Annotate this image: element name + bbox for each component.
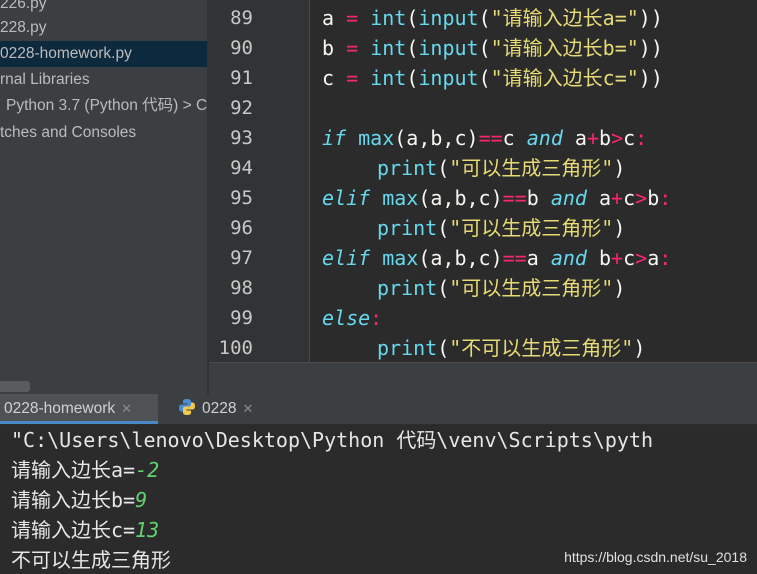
code-line-90: b = int(input("请输入边长b=")) (322, 36, 663, 60)
code-line-100: print("不可以生成三角形") (377, 336, 646, 360)
line-number: 89 (230, 7, 253, 29)
line-number: 93 (230, 127, 253, 149)
tree-item-python-sdk[interactable]: Python 3.7 (Python 代码) > C (6, 93, 207, 119)
console-input-a: -2 (135, 458, 160, 482)
line-number: 98 (230, 277, 253, 299)
code-line-98: print("可以生成三角形") (377, 276, 626, 300)
tree-item-external-libraries[interactable]: rnal Libraries (0, 67, 90, 93)
line-number: 95 (230, 187, 253, 209)
run-tab-0228[interactable]: 0228 ✕ (170, 394, 270, 424)
project-sidebar: 226.py 228.py 0228-homework.py rnal Libr… (0, 0, 209, 394)
console-command-line: "C:\Users\lenovo\Desktop\Python 代码\venv\… (11, 428, 654, 452)
close-icon[interactable]: ✕ (121, 401, 132, 416)
code-line-97: elif max(a,b,c)==a and b+c>a: (322, 246, 672, 270)
watermark: https://blog.csdn.net/su_2018 (564, 549, 747, 565)
line-number: 94 (230, 157, 253, 179)
tree-item-scratches-and-consoles[interactable]: tches and Consoles (0, 120, 136, 146)
console-prompt-b: 请输入边长b=9 (11, 488, 148, 512)
line-number: 100 (218, 337, 253, 359)
line-number: 90 (230, 37, 253, 59)
run-tab-0228-homework[interactable]: 0228-homework ✕ (0, 394, 158, 424)
code-editor[interactable]: 89 90 91 92 93 94 95 96 97 98 99 100 a =… (209, 0, 757, 394)
close-icon[interactable]: ✕ (242, 401, 253, 416)
gutter-divider (309, 0, 310, 364)
editor-breadcrumb-bar (209, 362, 757, 394)
console-input-b: 9 (135, 488, 148, 512)
python-icon (179, 399, 195, 415)
sidebar-horizontal-scrollbar[interactable] (0, 381, 30, 392)
console-input-c: 13 (135, 518, 160, 542)
line-number: 91 (230, 67, 253, 89)
tree-item-0228-homework-py[interactable]: 0228-homework.py (0, 41, 209, 67)
code-line-93: if max(a,b,c)==c and a+b>c: (322, 126, 648, 150)
run-tab-bar: 0228-homework ✕ 0228 ✕ (0, 394, 757, 425)
code-line-96: print("可以生成三角形") (377, 216, 626, 240)
console-prompt-c: 请输入边长c=13 (11, 518, 160, 542)
tree-item-228-py[interactable]: 228.py (0, 15, 47, 41)
code-line-94: print("可以生成三角形") (377, 156, 626, 180)
line-number: 99 (230, 307, 253, 329)
console-prompt-a: 请输入边长a=-2 (11, 458, 160, 482)
code-line-89: a = int(input("请输入边长a=")) (322, 6, 663, 30)
code-line-91: c = int(input("请输入边长c=")) (322, 66, 663, 90)
code-line-99: else: (322, 306, 383, 330)
code-line-95: elif max(a,b,c)==b and a+c>b: (322, 186, 672, 210)
console-result: 不可以生成三角形 (11, 548, 171, 572)
line-number: 92 (230, 97, 253, 119)
run-console[interactable]: "C:\Users\lenovo\Desktop\Python 代码\venv\… (0, 425, 757, 574)
line-number: 96 (230, 217, 253, 239)
line-number: 97 (230, 247, 253, 269)
